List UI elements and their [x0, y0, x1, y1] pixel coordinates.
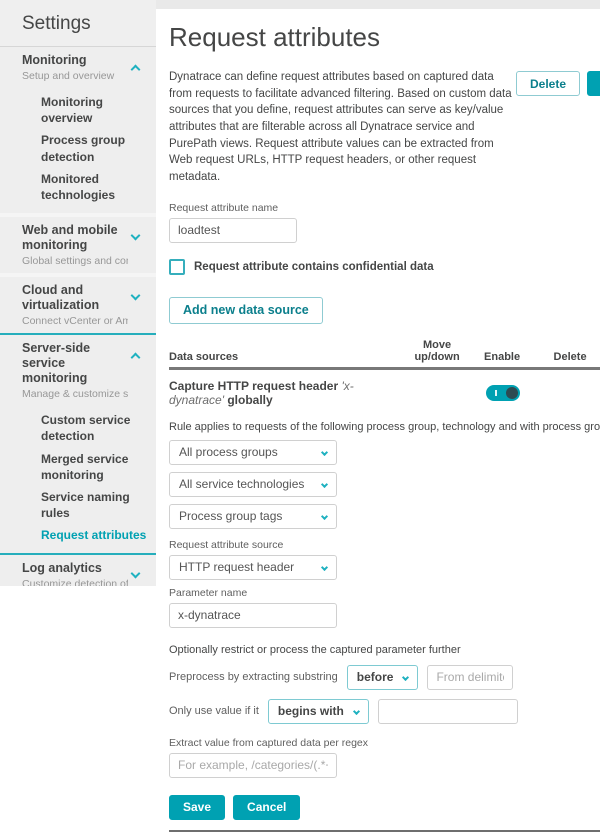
condition-label: Only use value if it: [169, 705, 259, 718]
process-group-tags-select[interactable]: Process group tags: [169, 503, 337, 529]
chevron-down-icon: [130, 568, 141, 579]
sidebar-group-web-mobile[interactable]: Web and mobile monitoring Global setting…: [0, 217, 156, 274]
group-subtitle: Customize detection of log-based events: [22, 578, 128, 586]
select-value: HTTP request header: [179, 560, 295, 575]
regex-input[interactable]: [169, 752, 337, 778]
sidebar-group-monitoring[interactable]: Monitoring Setup and overview: [0, 47, 156, 88]
select-value: begins with: [277, 704, 344, 719]
process-group-select[interactable]: All process groups: [169, 439, 337, 465]
request-attribute-source-select[interactable]: HTTP request header: [169, 554, 337, 580]
condition-value-input[interactable]: [377, 698, 518, 724]
monitoring-subitems: Monitoring overview Process group detect…: [0, 88, 156, 214]
confidential-checkbox-label: Request attribute contains confidential …: [194, 260, 434, 273]
substring-position-select[interactable]: before: [346, 664, 419, 690]
confidential-checkbox[interactable]: [169, 258, 185, 275]
toggle-knob: [506, 386, 519, 399]
group-subtitle: Setup and overview: [22, 70, 115, 82]
chevron-down-icon: [320, 563, 329, 571]
add-new-data-source-button[interactable]: Add new data source: [169, 296, 323, 324]
group-label: Cloud and virtualization: [22, 283, 100, 313]
condition-operator-select[interactable]: begins with: [267, 698, 369, 724]
chevron-down-icon: [352, 707, 360, 715]
optional-caption: Optionally restrict or process the captu…: [169, 643, 461, 656]
chevron-down-icon: [130, 230, 141, 241]
group-label: Monitoring: [22, 53, 87, 67]
row-cancel-button[interactable]: Cancel: [233, 794, 301, 820]
chevron-down-icon: [320, 512, 329, 520]
top-strip: [156, 0, 600, 9]
toggle-on-mark: [495, 389, 498, 396]
title-prefix: Capture HTTP request header: [169, 378, 342, 393]
chevron-up-icon: [130, 352, 141, 363]
group-subtitle: Connect vCenter or Amazon account: [22, 315, 128, 328]
save-button[interactable]: Save: [587, 71, 600, 96]
regex-label: Extract value from captured data per reg…: [169, 736, 369, 749]
sidebar-item-merged-service-monitoring[interactable]: Merged service monitoring: [0, 448, 156, 486]
row-save-button[interactable]: Save: [169, 794, 226, 820]
page-title: Request attributes: [169, 22, 381, 52]
delete-button[interactable]: Delete: [516, 71, 581, 96]
source-select-label: Request attribute source: [169, 538, 284, 551]
select-value: All process groups: [179, 445, 278, 460]
sidebar-item-custom-service-detection[interactable]: Custom service detection: [0, 409, 156, 447]
col-header-delete: Delete: [535, 350, 600, 363]
col-header-move: Move up/down: [405, 338, 470, 363]
delimiter-input[interactable]: [427, 664, 514, 690]
parameter-name-input[interactable]: [169, 602, 337, 628]
settings-sidebar: Settings Monitoring Setup and overview M…: [0, 0, 156, 586]
group-label: Log analytics: [22, 561, 102, 576]
sidebar-item-monitored-technologies[interactable]: Monitored technologies: [0, 168, 156, 206]
chevron-down-icon: [130, 290, 141, 301]
sidebar-item-request-attributes[interactable]: Request attributes: [0, 524, 156, 546]
parameter-name-label: Parameter name: [169, 586, 248, 599]
data-source-row: Capture HTTP request header 'x-dynatrace…: [169, 370, 600, 411]
group-subtitle: Global settings and configuration: [22, 255, 128, 268]
chevron-down-icon: [402, 673, 410, 681]
col-header-enable: Enable: [469, 350, 536, 363]
select-value: All service technologies: [179, 477, 305, 492]
chevron-up-icon: [130, 64, 141, 75]
sidebar-item-service-naming-rules[interactable]: Service naming rules: [0, 486, 156, 524]
group-label: Web and mobile monitoring: [22, 223, 118, 253]
data-source-title: Capture HTTP request header 'x-dynatrace…: [169, 379, 407, 407]
sidebar-item-process-group-detection[interactable]: Process group detection: [0, 129, 156, 167]
group-label: Server-side service monitoring: [22, 341, 91, 386]
request-attributes-panel: Request attributes Dynatrace can define …: [156, 0, 600, 832]
select-value: Process group tags: [179, 509, 283, 524]
preprocess-label: Preprocess by extracting substring: [169, 671, 338, 684]
sidebar-title: Settings: [22, 13, 91, 34]
sidebar-group-cloud-virtualization[interactable]: Cloud and virtualization Connect vCenter…: [0, 277, 156, 334]
intro-text: Dynatrace can define request attributes …: [169, 71, 512, 184]
col-header-data-sources: Data sources: [169, 350, 406, 363]
section-bottom-divider: [169, 829, 600, 832]
server-side-subitems: Custom service detection Merged service …: [0, 406, 156, 554]
rule-caption: Rule applies to requests of the followin…: [169, 420, 600, 433]
sidebar-item-monitoring-overview[interactable]: Monitoring overview: [0, 91, 156, 129]
group-subtitle: Manage & customize service monitoring: [22, 388, 128, 401]
data-sources-table: Data sources Move up/down Enable Delete …: [169, 338, 600, 832]
name-field-label: Request attribute name: [169, 201, 279, 214]
table-header-row: Data sources Move up/down Enable Delete …: [169, 338, 600, 370]
enable-toggle[interactable]: [486, 384, 521, 401]
title-suffix: globally: [224, 392, 273, 407]
sidebar-group-server-side[interactable]: Server-side service monitoring Manage & …: [0, 335, 156, 407]
chevron-down-icon: [320, 448, 329, 456]
sidebar-group-log-analytics[interactable]: Log analytics Customize detection of log…: [0, 555, 156, 586]
request-attribute-name-input[interactable]: [169, 217, 297, 243]
chevron-down-icon: [320, 480, 329, 488]
service-technology-select[interactable]: All service technologies: [169, 471, 337, 497]
select-value: before: [356, 670, 394, 685]
